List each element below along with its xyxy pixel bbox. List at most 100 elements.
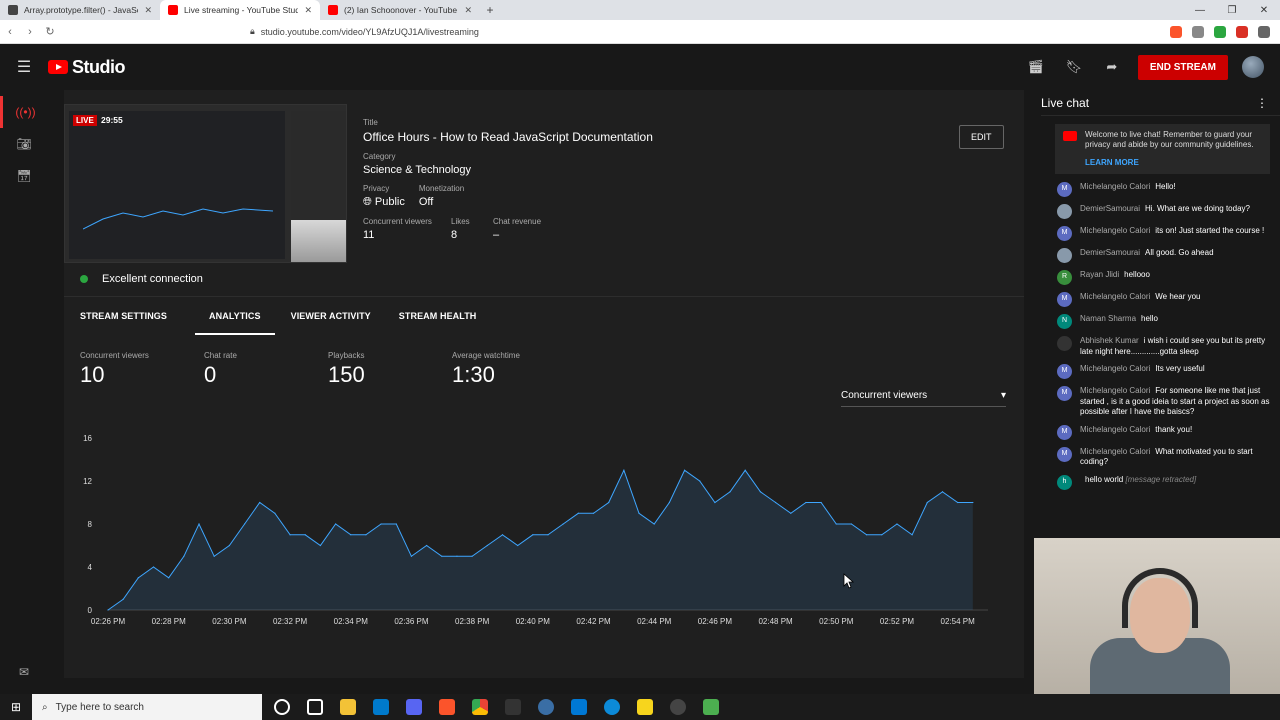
y-tick-label: 8 <box>88 520 93 529</box>
minimize-icon[interactable]: — <box>1184 0 1216 20</box>
learn-more-link[interactable]: LEARN MORE <box>1085 158 1262 168</box>
metric-value: 10 <box>80 362 105 387</box>
steelseries-icon[interactable] <box>505 699 521 715</box>
gmail-icon[interactable] <box>1236 25 1248 38</box>
vscode-icon[interactable] <box>373 699 389 715</box>
bookmark-icon[interactable]: 🔖︎ <box>1062 59 1086 75</box>
chat-message: DemierSamourai All good. Go ahead <box>1057 248 1280 263</box>
chat-avatar: M <box>1057 364 1072 379</box>
chat-message-body: Michelangelo Calori Its very useful <box>1080 364 1205 379</box>
end-stream-button[interactable]: END STREAM <box>1137 54 1228 80</box>
data-point <box>289 534 291 536</box>
y-tick-label: 12 <box>83 477 92 486</box>
chat-avatar <box>1057 204 1072 219</box>
sticky-notes-icon[interactable] <box>637 699 653 715</box>
data-point <box>319 544 322 547</box>
data-point <box>365 534 367 536</box>
data-point <box>866 534 868 536</box>
studio-logo[interactable]: Studio <box>48 56 126 78</box>
puzzle-icon[interactable] <box>1258 25 1270 38</box>
dropdown-selected: Concurrent viewers <box>841 390 928 401</box>
data-point <box>820 501 822 504</box>
extension-icon[interactable] <box>1192 25 1204 38</box>
metric-dropdown[interactable]: Concurrent viewers ▾ <box>841 390 1006 407</box>
menu-icon[interactable]: ☰ <box>0 57 48 77</box>
data-point <box>608 501 610 504</box>
x-tick-label: 02:38 PM <box>455 617 490 626</box>
data-point <box>471 555 473 557</box>
edit-button[interactable]: EDIT <box>959 125 1004 149</box>
data-point <box>683 469 686 471</box>
clapperboard-icon[interactable]: 🎬︎ <box>1024 59 1048 75</box>
data-point <box>623 469 625 471</box>
data-point <box>168 577 170 579</box>
search-placeholder: Type here to search <box>55 701 144 713</box>
app-icon[interactable] <box>538 699 554 715</box>
stream-info: Title Office Hours - How to Read JavaScr… <box>363 118 653 241</box>
forward-icon[interactable]: › <box>20 26 40 38</box>
more-options-icon[interactable]: ⋮ <box>1256 96 1268 110</box>
tab-analytics[interactable]: ANALYTICS <box>195 306 275 335</box>
connection-text: Excellent connection <box>102 273 203 285</box>
close-tab-icon[interactable]: ✕ <box>304 5 312 16</box>
privacy-text: Public <box>374 196 405 208</box>
restore-icon[interactable]: ❐ <box>1216 0 1248 20</box>
stream-title: Office Hours - How to Read JavaScript Do… <box>363 130 653 144</box>
close-tab-icon[interactable]: ✕ <box>144 5 152 16</box>
mail-icon[interactable] <box>571 699 587 715</box>
address-bar: ‹ › ↻ 🔒︎ studio.youtube.com/video/YL9Afz… <box>0 20 1280 44</box>
edge-icon[interactable] <box>604 699 620 715</box>
task-view-icon[interactable] <box>307 699 323 715</box>
divider <box>64 296 1024 297</box>
analytics-tabs: STREAM SETTINGS ANALYTICS VIEWER ACTIVIT… <box>80 306 504 335</box>
close-window-icon[interactable]: ✕ <box>1248 0 1280 20</box>
share-icon[interactable]: ➦ <box>1100 59 1124 75</box>
live-stream-icon[interactable]: ((•)) <box>0 96 48 128</box>
obs-icon[interactable] <box>670 699 686 715</box>
chat-author: Naman Sharma <box>1080 314 1137 323</box>
back-icon[interactable]: ‹ <box>0 26 20 38</box>
chrome-icon[interactable] <box>472 699 488 715</box>
chat-message: M Michelangelo Calori Its very useful <box>1057 364 1280 379</box>
browser-tab-active[interactable]: Live streaming - YouTube Studio ✕ <box>160 0 320 20</box>
studio-logo-text: Studio <box>72 56 126 77</box>
close-tab-icon[interactable]: ✕ <box>464 5 472 16</box>
chat-message-body: Rayan Jlidi hellooo <box>1080 270 1150 285</box>
feedback-icon[interactable]: ✉ <box>0 656 48 688</box>
tab-stream-health[interactable]: STREAM HEALTH <box>399 306 477 335</box>
chat-message: M Michelangelo Calori For someone like me … <box>1057 386 1280 418</box>
brave-icon[interactable] <box>439 699 455 715</box>
webcam-icon[interactable]: 📷︎ <box>0 128 48 160</box>
chat-message-body: Michelangelo Calori What motivated you to… <box>1080 447 1280 468</box>
discord-icon[interactable] <box>406 699 422 715</box>
chat-avatar: M <box>1057 386 1072 401</box>
extension-icon[interactable] <box>1214 25 1226 38</box>
chat-text: hellooo <box>1124 270 1150 279</box>
camtasia-icon[interactable] <box>703 699 719 715</box>
chat-avatar: h <box>1057 474 1072 490</box>
chat-message-body: Abhishek Kumar i wish i could see you but… <box>1080 336 1280 357</box>
account-avatar[interactable] <box>1242 56 1264 78</box>
tab-viewer-activity[interactable]: VIEWER ACTIVITY <box>291 306 371 335</box>
browser-tab[interactable]: Array.prototype.filter() - JavaScript | … <box>0 0 160 20</box>
x-tick-label: 02:52 PM <box>880 617 915 626</box>
chat-message-body: Michelangelo Calori Hello! <box>1080 182 1176 197</box>
data-point <box>744 469 746 471</box>
new-tab-button[interactable]: + <box>480 0 500 20</box>
url-field[interactable]: 🔒︎ studio.youtube.com/video/YL9AfzUQJ1A/… <box>250 26 1170 37</box>
browser-tab[interactable]: (2) Ian Schoonover - YouTube ✕ <box>320 0 480 20</box>
windows-start-icon[interactable]: ⊞ <box>0 700 32 714</box>
file-explorer-icon[interactable] <box>340 699 356 715</box>
brave-shield-icon[interactable] <box>1170 25 1182 38</box>
tab-stream-settings[interactable]: STREAM SETTINGS <box>80 306 167 335</box>
chat-message: M Michelangelo Calori Hello! <box>1057 182 1280 197</box>
reload-icon[interactable]: ↻ <box>40 25 60 38</box>
stream-preview[interactable]: LIVE 29:55 <box>64 104 347 263</box>
chat-retracted-note: [message retracted] <box>1125 474 1197 484</box>
taskbar-search[interactable]: ⌕ Type here to search <box>32 694 262 720</box>
preview-chart-thumbnail <box>83 208 273 230</box>
data-point <box>334 523 337 525</box>
cortana-icon[interactable] <box>274 699 290 715</box>
caret-down-icon: ▾ <box>1000 390 1006 401</box>
calendar-icon[interactable]: 📅︎ <box>0 160 48 192</box>
